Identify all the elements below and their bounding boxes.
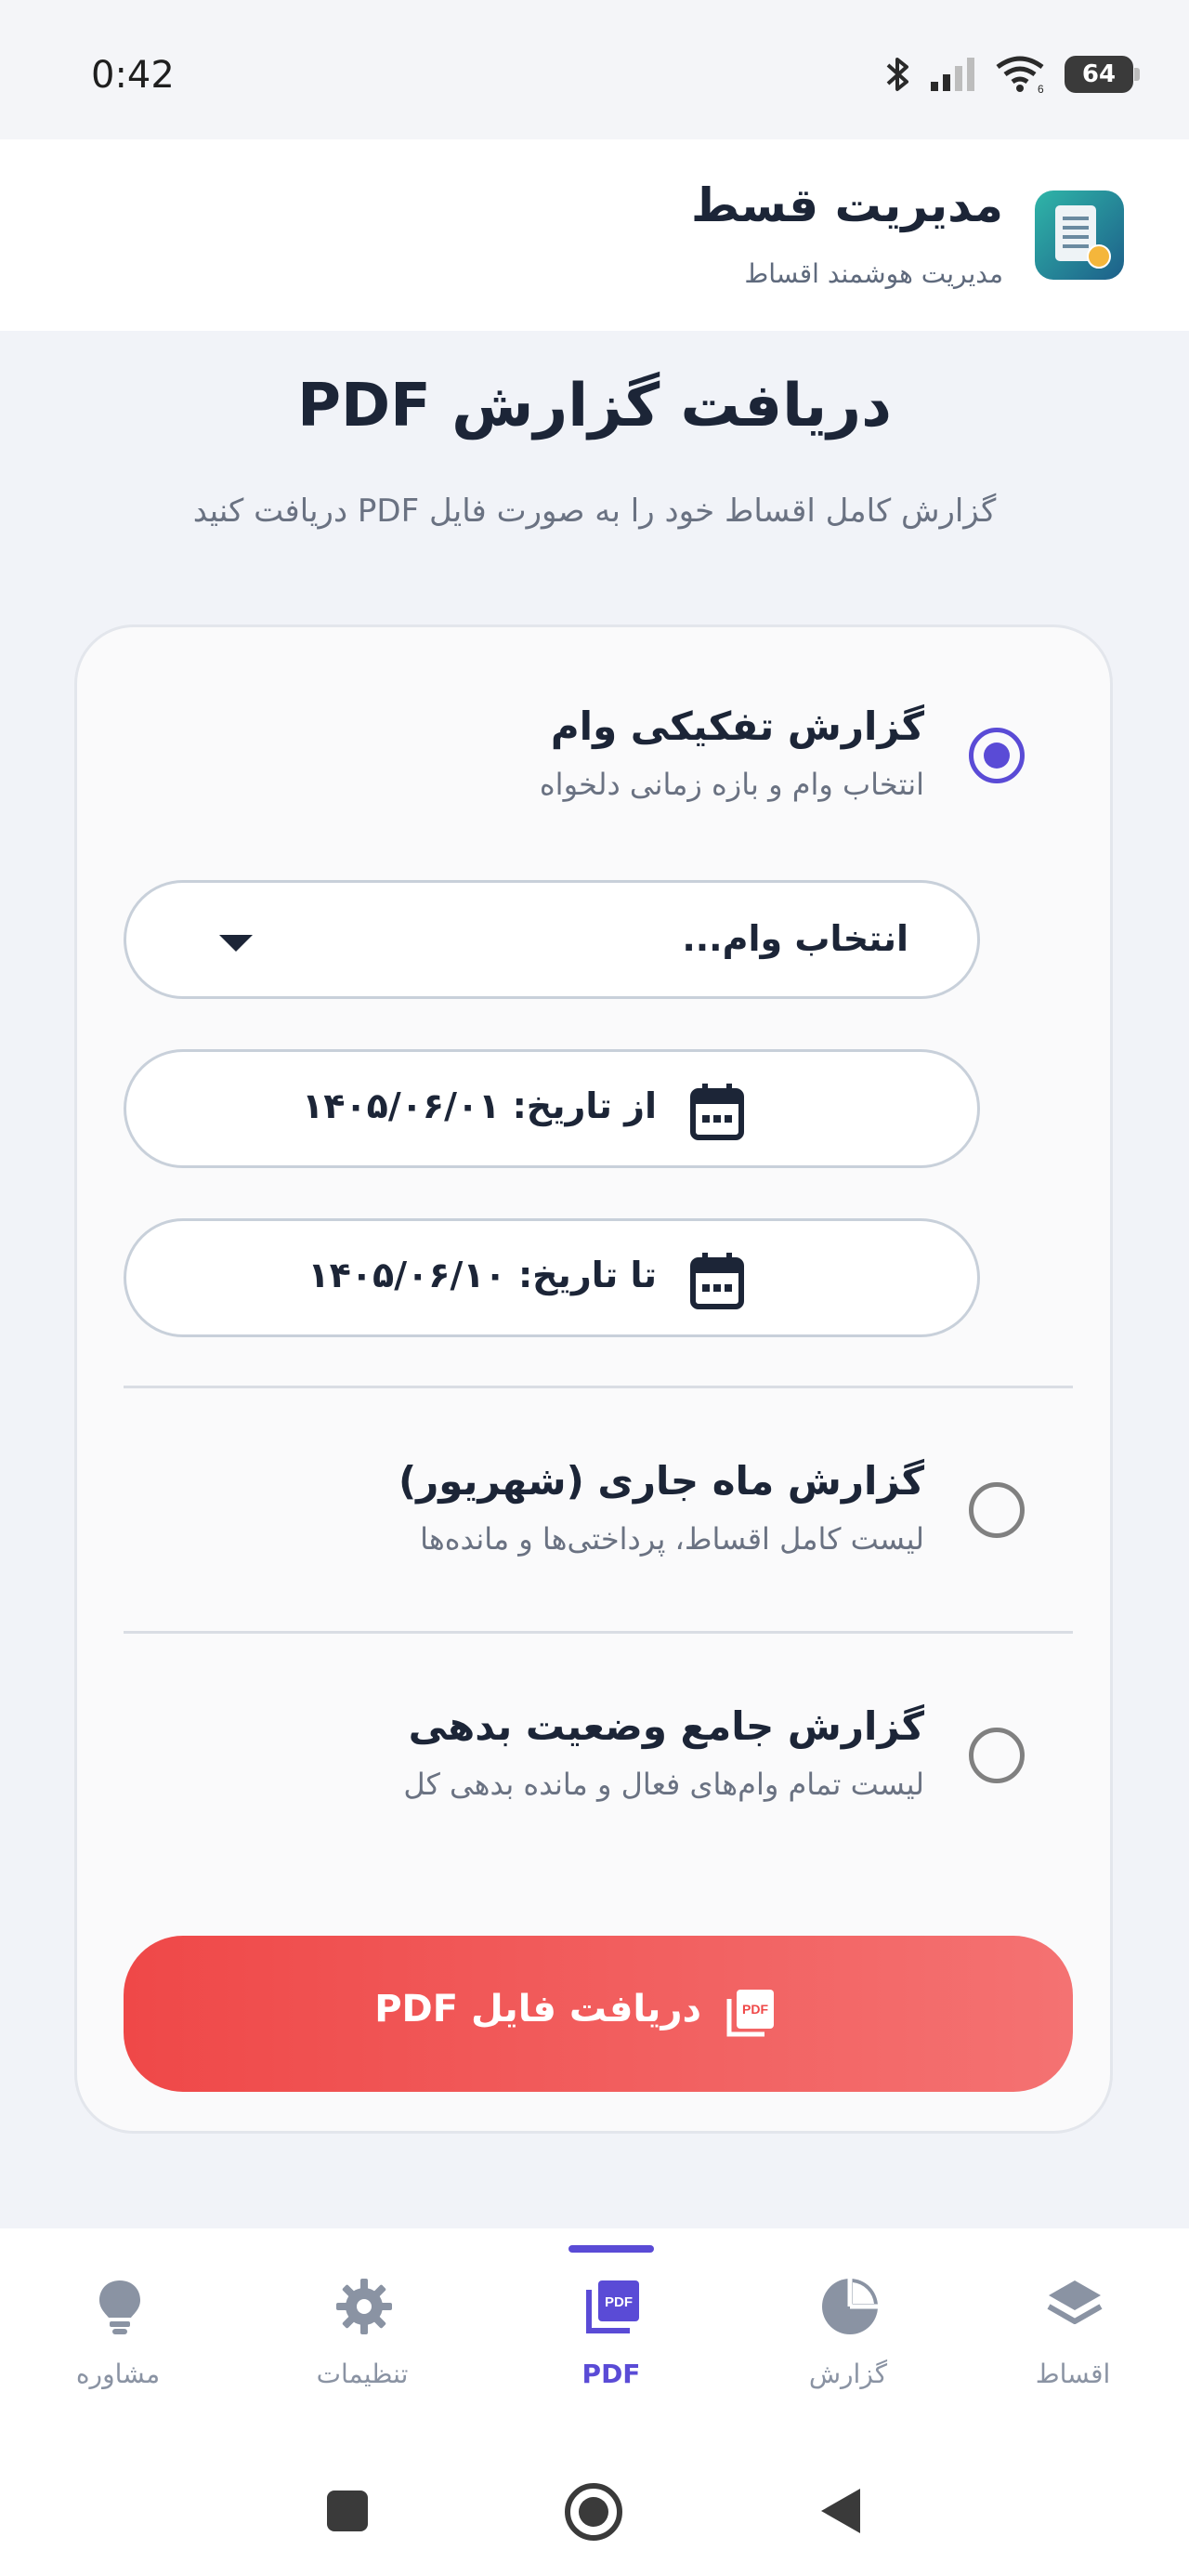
system-nav-bar bbox=[0, 2442, 1189, 2576]
option-description: لیست کامل اقساط، پرداختی‌ها و مانده‌ها bbox=[420, 1521, 924, 1557]
option-title: گزارش جامع وضعیت بدهی bbox=[408, 1703, 924, 1749]
date-to-label: تا تاریخ: ۱۴۰۵/۰۶/۱۰ bbox=[307, 1255, 657, 1295]
page-title: دریافت گزارش PDF bbox=[297, 372, 892, 440]
calendar-icon bbox=[690, 1084, 744, 1140]
nav-tab-advice[interactable]: مشاوره bbox=[25, 2228, 211, 2414]
loan-select-placeholder: انتخاب وام... bbox=[682, 918, 908, 959]
nav-tab-report[interactable]: گزارش bbox=[755, 2228, 941, 2414]
report-option-current-month[interactable]: گزارش ماه جاری (شهریور) لیست کامل اقساط،… bbox=[77, 1399, 1110, 1631]
report-option-debt-status[interactable]: گزارش جامع وضعیت بدهی لیست تمام وام‌های … bbox=[77, 1644, 1110, 1876]
back-button[interactable] bbox=[816, 2485, 864, 2537]
date-to-field[interactable]: تا تاریخ: ۱۴۰۵/۰۶/۱۰ bbox=[124, 1218, 980, 1337]
gear-icon bbox=[336, 2279, 392, 2334]
nav-tab-settings[interactable]: تنظیمات bbox=[269, 2228, 455, 2414]
nav-label: PDF bbox=[581, 2359, 641, 2389]
layers-icon bbox=[1047, 2280, 1103, 2324]
option-title: گزارش تفکیکی وام bbox=[550, 703, 924, 749]
report-options-card: گزارش تفکیکی وام انتخاب وام و بازه زمانی… bbox=[74, 624, 1113, 2134]
radio-current-month[interactable] bbox=[969, 1482, 1025, 1538]
battery-level: 64 bbox=[1081, 60, 1117, 88]
home-button[interactable] bbox=[563, 2481, 624, 2543]
report-option-loan-breakdown[interactable]: گزارش تفکیکی وام انتخاب وام و بازه زمانی… bbox=[77, 627, 1110, 832]
calendar-icon bbox=[690, 1253, 744, 1309]
bluetooth-icon bbox=[886, 58, 908, 91]
pdf-file-icon: PDF bbox=[726, 1990, 774, 2037]
svg-text:6: 6 bbox=[1038, 83, 1044, 95]
nav-tab-installments[interactable]: اقساط bbox=[980, 2228, 1166, 2414]
nav-label: تنظیمات bbox=[316, 2359, 409, 2389]
radio-loan-breakdown[interactable] bbox=[969, 728, 1025, 783]
status-bar: 0:42 6 64 bbox=[0, 0, 1189, 139]
svg-text:PDF: PDF bbox=[605, 2294, 633, 2310]
app-logo bbox=[1035, 191, 1124, 280]
date-from-field[interactable]: از تاریخ: ۱۴۰۵/۰۶/۰۱ bbox=[124, 1049, 980, 1168]
nav-label: گزارش bbox=[808, 2359, 888, 2389]
svg-text:PDF: PDF bbox=[742, 2002, 768, 2017]
date-from-label: از تاریخ: ۱۴۰۵/۰۶/۰۱ bbox=[302, 1085, 657, 1126]
download-pdf-button[interactable]: PDF دریافت فایل PDF bbox=[124, 1936, 1073, 2092]
bottom-nav: مشاوره تنظیمات PDF PDF گزارش اقساط bbox=[0, 2228, 1189, 2442]
nav-label: اقساط bbox=[1035, 2359, 1111, 2389]
app-subtitle: مدیریت هوشمند اقساط bbox=[744, 258, 1003, 289]
lightbulb-icon bbox=[99, 2280, 140, 2334]
page-subtitle: گزارش کامل اقساط خود را به صورت فایل PDF… bbox=[192, 493, 997, 530]
radio-debt-status[interactable] bbox=[969, 1728, 1025, 1783]
download-button-label: دریافت فایل PDF bbox=[374, 1988, 701, 2031]
pdf-icon: PDF bbox=[586, 2280, 639, 2333]
app-header: مدیریت قسط مدیریت هوشمند اقساط bbox=[0, 139, 1189, 331]
loan-select[interactable]: انتخاب وام... bbox=[124, 880, 980, 999]
signal-icon bbox=[931, 58, 974, 91]
nav-tab-pdf[interactable]: PDF PDF bbox=[518, 2228, 704, 2414]
option-description: انتخاب وام و بازه زمانی دلخواه bbox=[539, 767, 924, 802]
recents-button[interactable] bbox=[325, 2489, 370, 2533]
pie-chart-icon bbox=[822, 2279, 878, 2334]
divider bbox=[124, 1386, 1073, 1388]
status-icons: 6 64 bbox=[884, 54, 1140, 95]
app-title: مدیریت قسط bbox=[691, 178, 1003, 232]
battery-indicator: 64 bbox=[1065, 56, 1140, 93]
option-title: گزارش ماه جاری (شهریور) bbox=[398, 1458, 924, 1504]
nav-label: مشاوره bbox=[75, 2359, 161, 2389]
status-time: 0:42 bbox=[91, 54, 175, 97]
caret-down-icon bbox=[219, 935, 253, 952]
option-description: لیست تمام وام‌های فعال و مانده بدهی کل bbox=[403, 1767, 924, 1802]
wifi-icon: 6 bbox=[996, 56, 1044, 95]
divider bbox=[124, 1631, 1073, 1634]
